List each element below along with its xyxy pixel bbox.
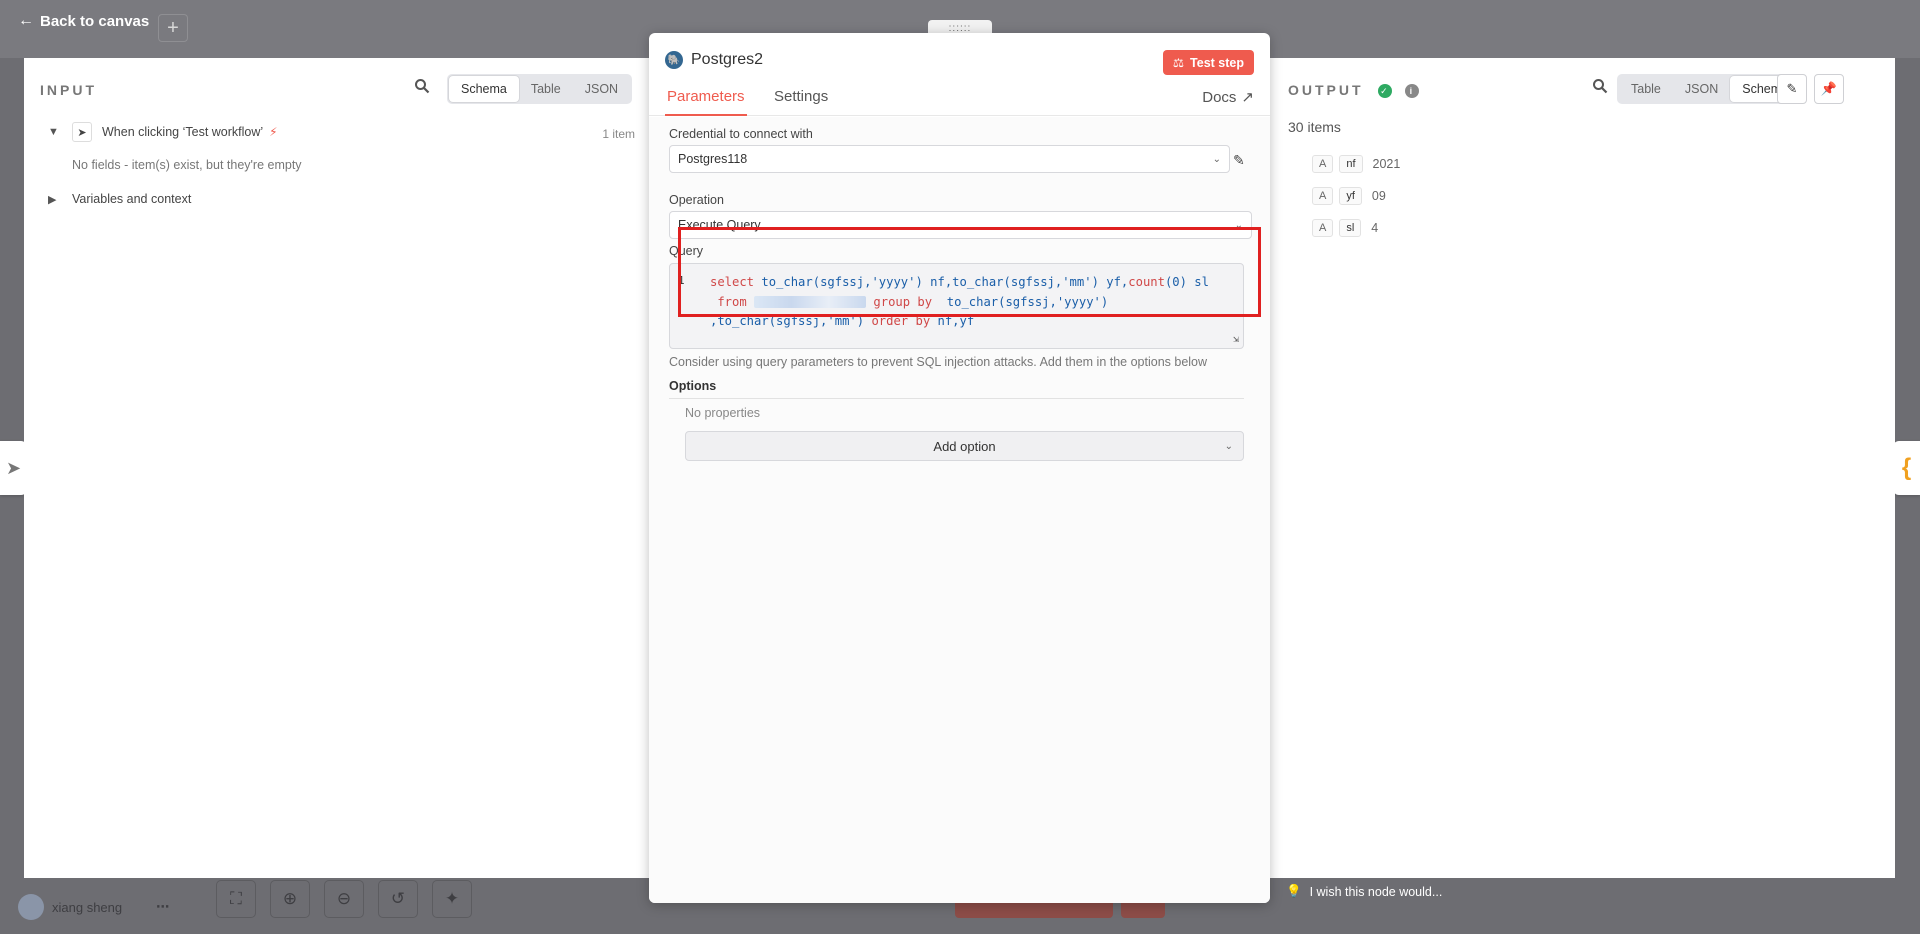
user-menu[interactable]: xiang sheng ⋯ xyxy=(18,894,169,920)
query-hint: Consider using query parameters to preve… xyxy=(669,355,1208,369)
node-settings-modal: 🐘 Postgres2 ⚖ Test step Parameters Setti… xyxy=(649,33,1270,903)
tab-json[interactable]: JSON xyxy=(1673,76,1730,102)
credential-value: Postgres118 xyxy=(678,152,748,166)
operation-value: Execute Query xyxy=(678,218,761,232)
node-tabs: Parameters Settings Docs ↗ xyxy=(649,88,1270,116)
variables-context-row[interactable]: ▶ Variables and context xyxy=(48,192,191,206)
tab-parameters[interactable]: Parameters xyxy=(665,88,747,116)
credential-label: Credential to connect with xyxy=(669,127,813,141)
tab-table[interactable]: Table xyxy=(1619,76,1673,102)
chevron-down-icon[interactable]: ▼ xyxy=(48,126,62,138)
expand-editor-icon[interactable]: ⇲ xyxy=(1233,334,1239,345)
success-check-icon: ✓ xyxy=(1378,84,1393,99)
fit-view-icon[interactable]: ⛶ xyxy=(216,880,256,918)
operation-label: Operation xyxy=(669,193,724,207)
lightbulb-icon: 💡 xyxy=(1286,884,1302,898)
output-item-count: 30 items xyxy=(1288,119,1341,135)
node-title-group: 🐘 Postgres2 xyxy=(665,51,763,69)
options-label: Options xyxy=(669,379,1244,399)
field-value: 09 xyxy=(1371,189,1386,203)
field-key[interactable]: nf xyxy=(1339,155,1363,173)
tab-json[interactable]: JSON xyxy=(573,76,630,102)
tab-schema[interactable]: Schema xyxy=(449,76,519,102)
zoom-in-icon[interactable]: ⊕ xyxy=(270,880,310,918)
add-option-button[interactable]: Add option ⌄ xyxy=(685,431,1244,461)
output-title: OUTPUT xyxy=(1288,82,1364,98)
docs-label: Docs xyxy=(1202,88,1237,106)
trigger-node-name: When clicking ‘Test workflow’ xyxy=(102,125,264,139)
schema-field: A sl 4 xyxy=(1312,219,1378,237)
parameters-body: Credential to connect with Postgres118 ⌄… xyxy=(649,117,1270,903)
field-value: 2021 xyxy=(1372,157,1401,171)
input-item-count: 1 item xyxy=(602,127,635,141)
user-name: xiang sheng xyxy=(52,899,123,915)
empty-fields-note: No fields - item(s) exist, but they're e… xyxy=(72,158,302,172)
avatar xyxy=(18,894,44,920)
credential-select[interactable]: Postgres118 ⌄ xyxy=(669,145,1230,173)
info-icon[interactable]: i xyxy=(1405,84,1420,99)
pointer-icon: ➤ xyxy=(72,122,92,142)
cursor-icon[interactable]: ➤ xyxy=(0,441,27,495)
redacted-table-name xyxy=(754,296,867,308)
postgres-icon: 🐘 xyxy=(665,51,683,69)
add-node-button[interactable]: + xyxy=(158,14,188,42)
search-icon[interactable] xyxy=(1592,78,1612,98)
query-code[interactable]: select to_char(sgfssj,'yyyy') nf,to_char… xyxy=(710,273,1240,332)
pin-icon: 📌 xyxy=(1820,81,1838,96)
string-type-icon: A xyxy=(1312,219,1334,237)
flask-icon: ⚖ xyxy=(1172,56,1185,70)
external-link-icon: ↗ xyxy=(1241,89,1254,106)
query-editor[interactable]: 1 select to_char(sgfssj,'yyyy') nf,to_ch… xyxy=(669,263,1244,349)
no-properties-text: No properties xyxy=(685,406,761,420)
pin-data-button[interactable]: 📌 xyxy=(1814,74,1844,104)
node-title[interactable]: Postgres2 xyxy=(691,51,763,69)
tab-table[interactable]: Table xyxy=(519,76,573,102)
input-title: INPUT xyxy=(40,82,97,98)
string-type-icon: A xyxy=(1312,187,1334,205)
zoom-out-icon[interactable]: ⊖ xyxy=(324,880,364,918)
arrow-left-icon: ← xyxy=(18,12,34,29)
line-number: 1 xyxy=(678,274,685,287)
reset-zoom-icon[interactable]: ↺ xyxy=(378,880,418,918)
more-icon[interactable]: ⋯ xyxy=(156,899,169,915)
edit-output-button[interactable]: ✎ xyxy=(1777,74,1807,104)
output-title-group: OUTPUT ✓ i xyxy=(1288,82,1420,99)
schema-field: A nf 2021 xyxy=(1312,155,1400,173)
test-step-label: Test step xyxy=(1190,55,1244,70)
tidy-up-icon[interactable]: ✦ xyxy=(432,880,472,918)
output-panel: OUTPUT ✓ i Table JSON Schema ✎ 📌 30 item… xyxy=(1270,58,1895,878)
test-step-button[interactable]: ⚖ Test step xyxy=(1162,50,1254,75)
docs-link[interactable]: Docs ↗ xyxy=(1202,88,1254,107)
chevron-right-icon[interactable]: ▶ xyxy=(48,193,62,206)
pencil-icon[interactable]: ✎ xyxy=(1233,152,1245,169)
output-view-switcher: Table JSON Schema xyxy=(1617,74,1803,104)
field-value: 4 xyxy=(1371,221,1379,235)
lightning-icon: ⚡ xyxy=(269,125,278,139)
schema-field: A yf 09 xyxy=(1312,187,1386,205)
brace-icon[interactable]: { xyxy=(1893,441,1920,495)
operation-select[interactable]: Execute Query ⌄ xyxy=(669,211,1252,239)
tab-settings[interactable]: Settings xyxy=(774,88,828,116)
pencil-icon: ✎ xyxy=(1786,81,1798,96)
input-view-switcher: Schema Table JSON xyxy=(447,74,633,104)
field-key[interactable]: sl xyxy=(1339,219,1362,237)
chevron-down-icon: ⌄ xyxy=(1234,219,1243,231)
feedback-link[interactable]: 💡 I wish this node would... xyxy=(1286,884,1442,899)
string-type-icon: A xyxy=(1312,155,1334,173)
feedback-label: I wish this node would... xyxy=(1309,884,1443,899)
add-option-label: Add option xyxy=(933,438,996,454)
chevron-down-icon: ⌄ xyxy=(1212,153,1221,165)
query-label: Query xyxy=(669,244,704,258)
variables-context-label: Variables and context xyxy=(72,192,192,206)
input-panel: INPUT Schema Table JSON ▼ ➤ When clickin… xyxy=(24,58,649,878)
back-to-canvas-button[interactable]: ← Back to canvas xyxy=(18,12,149,30)
chevron-down-icon: ⌄ xyxy=(1224,440,1233,452)
back-to-canvas-label: Back to canvas xyxy=(40,12,150,30)
search-icon[interactable] xyxy=(414,78,434,98)
field-key[interactable]: yf xyxy=(1339,187,1362,205)
trigger-node-row[interactable]: ▼ ➤ When clicking ‘Test workflow’ ⚡ xyxy=(48,122,278,142)
